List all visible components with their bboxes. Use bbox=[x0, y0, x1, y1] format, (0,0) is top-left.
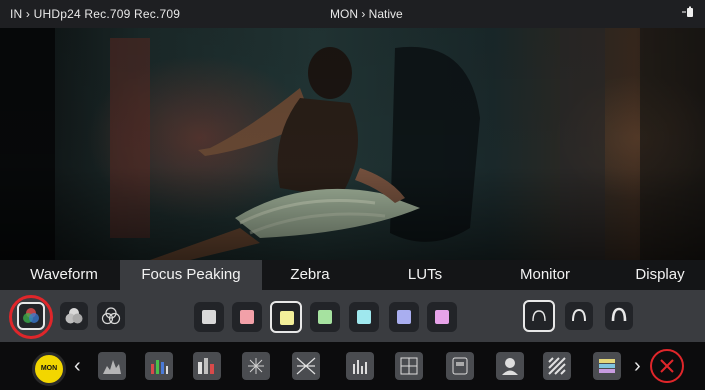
chevron-right-icon[interactable]: › bbox=[634, 352, 641, 380]
tab-focus-peaking[interactable]: Focus Peaking bbox=[120, 260, 262, 290]
close-icon[interactable] bbox=[650, 349, 684, 383]
tab-zebra[interactable]: Zebra bbox=[270, 260, 350, 290]
video-vignette bbox=[0, 28, 705, 260]
color-bars-icon[interactable] bbox=[593, 352, 621, 380]
high-sensitivity-arc-icon[interactable] bbox=[605, 302, 633, 330]
tab-display[interactable]: Display bbox=[620, 260, 700, 290]
color-swatch-red[interactable] bbox=[232, 302, 262, 332]
color-swatch-yellow[interactable] bbox=[270, 301, 302, 333]
waveform-rgb-icon[interactable] bbox=[145, 352, 173, 380]
settings-tab-bar: Waveform Focus Peaking Zebra LUTs Monito… bbox=[0, 260, 705, 290]
mon-button[interactable]: MON bbox=[32, 352, 66, 386]
color-swatch-white[interactable] bbox=[194, 302, 224, 332]
tab-monitor[interactable]: Monitor bbox=[505, 260, 585, 290]
color-swatch-magenta[interactable] bbox=[427, 302, 457, 332]
guides-icon[interactable] bbox=[446, 352, 474, 380]
tab-waveform[interactable]: Waveform bbox=[16, 260, 112, 290]
low-sensitivity-arc-icon[interactable] bbox=[523, 300, 555, 332]
medium-sensitivity-arc-icon[interactable] bbox=[565, 302, 593, 330]
monitor-mode-label: MON › Native bbox=[330, 7, 403, 21]
mono-outline-peaking-icon[interactable] bbox=[97, 302, 125, 330]
chevron-left-icon[interactable]: ‹ bbox=[74, 352, 81, 380]
focus-peaking-options bbox=[0, 290, 705, 342]
waveform-luma-icon[interactable] bbox=[98, 352, 126, 380]
color-swatch-cyan[interactable] bbox=[349, 302, 379, 332]
input-format-label: IN › UHDp24 Rec.709 Rec.709 bbox=[10, 7, 181, 21]
focus-assist-icon[interactable] bbox=[496, 352, 524, 380]
status-bar: IN › UHDp24 Rec.709 Rec.709 MON › Native bbox=[0, 0, 705, 28]
tab-luts[interactable]: LUTs bbox=[385, 260, 465, 290]
audio-meters-icon[interactable] bbox=[346, 352, 374, 380]
rgb-peaking-icon[interactable] bbox=[17, 302, 45, 330]
color-swatch-blue[interactable] bbox=[389, 302, 419, 332]
zebra-icon[interactable] bbox=[543, 352, 571, 380]
vectorscope-zoom-icon[interactable] bbox=[292, 352, 320, 380]
color-swatch-green[interactable] bbox=[310, 302, 340, 332]
video-preview bbox=[0, 28, 705, 260]
vectorscope-icon[interactable] bbox=[242, 352, 270, 380]
false-color-icon[interactable] bbox=[395, 352, 423, 380]
waveform-parade-icon[interactable] bbox=[193, 352, 221, 380]
battery-icon bbox=[681, 6, 695, 21]
mono-filled-peaking-icon[interactable] bbox=[60, 302, 88, 330]
